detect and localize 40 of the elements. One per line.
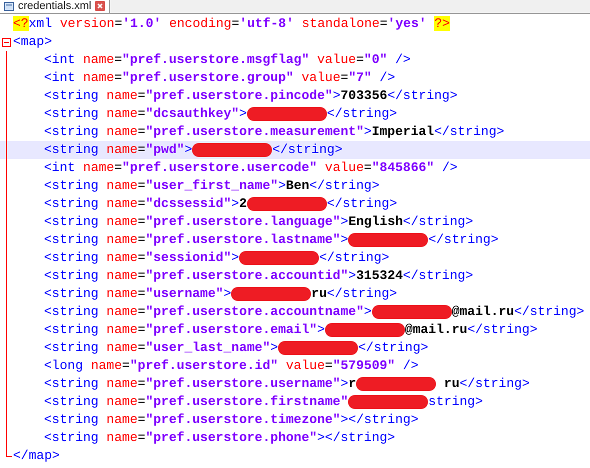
close-icon[interactable] [95, 1, 106, 11]
code-text: @mail.ru</string> [404, 321, 538, 340]
code-text: <string name="pref.userstore.accountid">315324</string> [44, 267, 474, 286]
code-text: <map> [13, 33, 52, 52]
code-text: </map> [13, 447, 60, 466]
code-text: </string> [272, 141, 342, 160]
code-text: <string name="dcssessid">2 [44, 195, 247, 214]
code-text: <string name="pref.userstore.language">English</string> [44, 213, 474, 232]
code-text: @mail.ru</string> [452, 303, 584, 322]
code-text: <string name="pref.userstore.pincode">703356</string> [44, 87, 458, 106]
code-text: </string> [326, 105, 398, 124]
file-tab[interactable]: credentials.xml [0, 0, 110, 13]
code-text: </string> [326, 195, 398, 214]
code-text: </string> [319, 249, 390, 268]
code-text: <string name="pref.userstore.timezone"></string> [44, 411, 419, 430]
code-text: <string name="pref.userstore.accountname"> [44, 303, 372, 322]
code-text: <string name="pref.userstore.lastname"> [44, 231, 348, 250]
code-text: <long name="pref.userstore.id" value="579509" /> [44, 357, 419, 376]
code-text: <int name="pref.userstore.group" value="7" /> [44, 69, 396, 88]
code-text: <string name="pref.userstore.firstname" [44, 393, 348, 412]
code-text: <string name="user_first_name">Ben</string> [44, 177, 380, 196]
code-text: <string name="pref.userstore.phone"></string> [44, 429, 396, 448]
code-text: ru</string> [311, 285, 398, 304]
code-text: string> [428, 393, 483, 412]
code-text: <string name="user_last_name"> [44, 339, 278, 358]
code-text: <string name="sessionid"> [44, 249, 240, 268]
code-text: <int name="pref.userstore.usercode" value="845866" /> [44, 159, 458, 178]
code-text: <string name="pref.userstore.username">r [44, 375, 356, 394]
code-text: <?xml version='1.0' encoding='utf-8' standalone='yes' ?> [13, 15, 450, 34]
code-text: <string name="dcsauthkey"> [44, 105, 247, 124]
code-text: ru</string> [442, 375, 530, 394]
collapse-icon[interactable] [2, 38, 10, 46]
code-text: <string name="pref.userstore.email"> [44, 321, 325, 340]
code-text: <int name="pref.userstore.msgflag" value="0" /> [44, 51, 411, 70]
code-text: <string name="username"> [44, 285, 232, 304]
code-text: <string name="pref.userstore.measurement">Imperial</string> [44, 123, 504, 142]
code-text: </string> [428, 231, 499, 250]
code-text: <string name="pwd"> [44, 141, 192, 160]
file-icon [4, 2, 14, 10]
code-text: </string> [358, 339, 428, 358]
